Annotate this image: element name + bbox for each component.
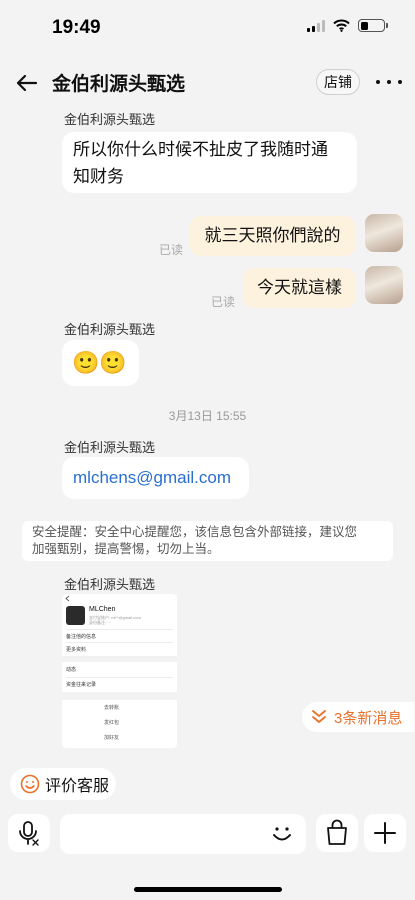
status-icons <box>307 19 388 32</box>
profile-name: MLChen <box>89 606 116 613</box>
status-bar: 19:49 <box>0 0 415 54</box>
message-bubble[interactable]: mlchens@gmail.com <box>62 457 249 499</box>
notice-line: 加强甄别，提高警惕，切勿上当。 <box>32 542 220 556</box>
more-button[interactable] <box>376 70 402 94</box>
sender-name: 金伯利源头甄选 <box>64 112 156 127</box>
own-message-bubble[interactable]: 就三天照你們說的 <box>189 216 356 256</box>
rate-service-label: 评价客服 <box>45 778 110 795</box>
sender-name: 金伯利源头甄选 <box>64 577 156 592</box>
own-message-bubble[interactable]: 今天就這樣 <box>243 268 356 308</box>
voice-button[interactable] <box>8 814 50 852</box>
rate-service-button[interactable]: 评价客服 <box>10 768 116 800</box>
new-messages-button[interactable]: 3条新消息 <box>302 702 414 732</box>
message-timestamp: 3月13日 15:55 <box>168 409 247 423</box>
sender-name: 金伯利源头甄选 <box>64 322 156 337</box>
message-line: 知财务 <box>73 167 124 186</box>
message-bubble[interactable]: 🙂🙂 <box>62 340 139 386</box>
plus-icon <box>374 822 396 844</box>
chevron-double-down-icon <box>312 710 326 723</box>
avatar[interactable] <box>365 266 403 304</box>
read-status: 已读 <box>159 243 184 257</box>
email-link[interactable]: mlchens@gmail.com <box>73 468 231 487</box>
message-bubble[interactable]: 所以你什么时候不扯皮了我随时通 知财务 <box>62 132 357 193</box>
back-arrow-icon <box>16 74 38 92</box>
signal-icon <box>307 19 325 32</box>
smile-icon <box>20 774 40 794</box>
voice-icon <box>19 821 39 846</box>
new-messages-label: 3条新消息 <box>334 709 403 727</box>
page-title: 金伯利源头甄选 <box>52 74 186 95</box>
profile-action: 加好友 <box>104 735 120 741</box>
notice-line: 安全提醒：安全中心提醒您，该信息包含外部链接，建议您 <box>32 525 358 539</box>
message-line: 所以你什么时候不扯皮了我随时通 <box>73 140 328 159</box>
wifi-icon <box>333 19 350 32</box>
avatar <box>66 606 85 625</box>
back-button[interactable] <box>12 68 42 98</box>
profile-detail: 身份备注: ··· <box>89 620 112 625</box>
chat-header: 金伯利源头甄选 店铺 <box>0 54 415 110</box>
home-indicator <box>134 887 282 892</box>
read-status: 已读 <box>211 295 236 309</box>
more-actions-button[interactable] <box>364 814 406 852</box>
shopping-bag-button[interactable] <box>316 814 358 852</box>
profile-row: 备注他的信息 <box>66 634 97 640</box>
back-arrow-icon <box>65 595 70 602</box>
emoji-icon <box>273 827 291 841</box>
profile-action: 去转账 <box>104 705 120 711</box>
more-icon <box>376 80 380 84</box>
profile-row: 更多资料 <box>66 647 87 653</box>
emoji-button[interactable] <box>268 820 296 848</box>
profile-row: 动态 <box>66 667 77 673</box>
bag-icon <box>327 819 347 845</box>
battery-icon <box>358 19 388 32</box>
battery-level <box>360 21 369 30</box>
profile-action: 发红包 <box>104 720 120 726</box>
shop-button[interactable]: 店铺 <box>316 69 360 95</box>
profile-row: 资金往来记录 <box>66 682 97 688</box>
image-message[interactable]: MLChen 支付宝账户: ml**@gmail.com 身份备注: ··· 备… <box>62 594 177 748</box>
security-notice: 安全提醒：安全中心提醒您，该信息包含外部链接，建议您 加强甄别，提高警惕，切勿上… <box>22 521 393 561</box>
sender-name: 金伯利源头甄选 <box>64 440 156 455</box>
input-bar <box>0 808 415 900</box>
avatar[interactable] <box>365 214 403 252</box>
status-time: 19:49 <box>52 17 101 38</box>
